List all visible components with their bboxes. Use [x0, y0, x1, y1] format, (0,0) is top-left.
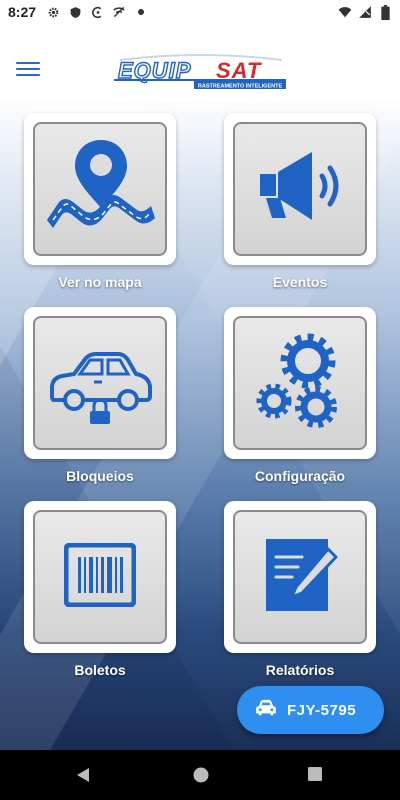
- tile-inner: [33, 510, 167, 644]
- equipsat-logo: EQUIP SAT RASTREAMENTO INTELIGENTE: [112, 54, 288, 90]
- megaphone-icon: [250, 142, 350, 237]
- tile-label-boletos: Boletos: [74, 662, 126, 678]
- cell-signal-icon: [358, 5, 372, 19]
- tile-label-eventos: Eventos: [272, 274, 328, 290]
- hamburger-menu-icon[interactable]: [14, 58, 42, 82]
- tile-inner: [233, 510, 367, 644]
- gear-icon: [46, 5, 60, 19]
- tile-bloqueios[interactable]: [24, 307, 176, 459]
- wifi-icon: [338, 5, 352, 19]
- car-icon: [255, 699, 277, 721]
- tile-relatorios[interactable]: [224, 501, 376, 653]
- tile-configuracao[interactable]: [224, 307, 376, 459]
- shield-icon: [68, 5, 82, 19]
- status-bar: 8:27: [0, 0, 400, 26]
- vpn-icon: [90, 5, 104, 19]
- vehicle-select-button[interactable]: FJY-5795: [237, 686, 384, 734]
- signal-off-icon: [112, 5, 126, 19]
- tile-label-relatorios: Relatórios: [265, 662, 335, 678]
- dot-icon: [134, 5, 148, 19]
- battery-icon: [378, 4, 392, 20]
- tile-eventos[interactable]: [224, 113, 376, 265]
- report-pen-icon: [262, 535, 338, 620]
- vehicle-plate: FJY-5795: [287, 701, 357, 719]
- tile-label-configuracao: Configuração: [254, 468, 346, 484]
- recents-icon[interactable]: [307, 766, 323, 787]
- home-icon[interactable]: [192, 766, 210, 789]
- tile-inner: [33, 122, 167, 256]
- tile-label-ver-no-mapa: Ver no mapa: [58, 274, 142, 290]
- tile-inner: [33, 316, 167, 450]
- system-navigation-bar: [0, 750, 400, 800]
- tile-boletos[interactable]: [24, 501, 176, 653]
- status-icons-right: [338, 4, 392, 20]
- car-lock-icon: [44, 338, 156, 429]
- svg-text:RASTREAMENTO INTELIGENTE: RASTREAMENTO INTELIGENTE: [198, 84, 283, 90]
- tile-inner: [233, 316, 367, 450]
- barcode-icon: [63, 542, 137, 612]
- status-icons-left: [46, 5, 148, 19]
- map-pin-route-icon: [41, 132, 159, 247]
- tile-ver-no-mapa[interactable]: [24, 113, 176, 265]
- tile-inner: [233, 122, 367, 256]
- back-icon[interactable]: [74, 766, 92, 789]
- gears-icon: [250, 331, 350, 436]
- status-time: 8:27: [8, 4, 37, 20]
- tile-label-bloqueios: Bloqueios: [66, 468, 134, 484]
